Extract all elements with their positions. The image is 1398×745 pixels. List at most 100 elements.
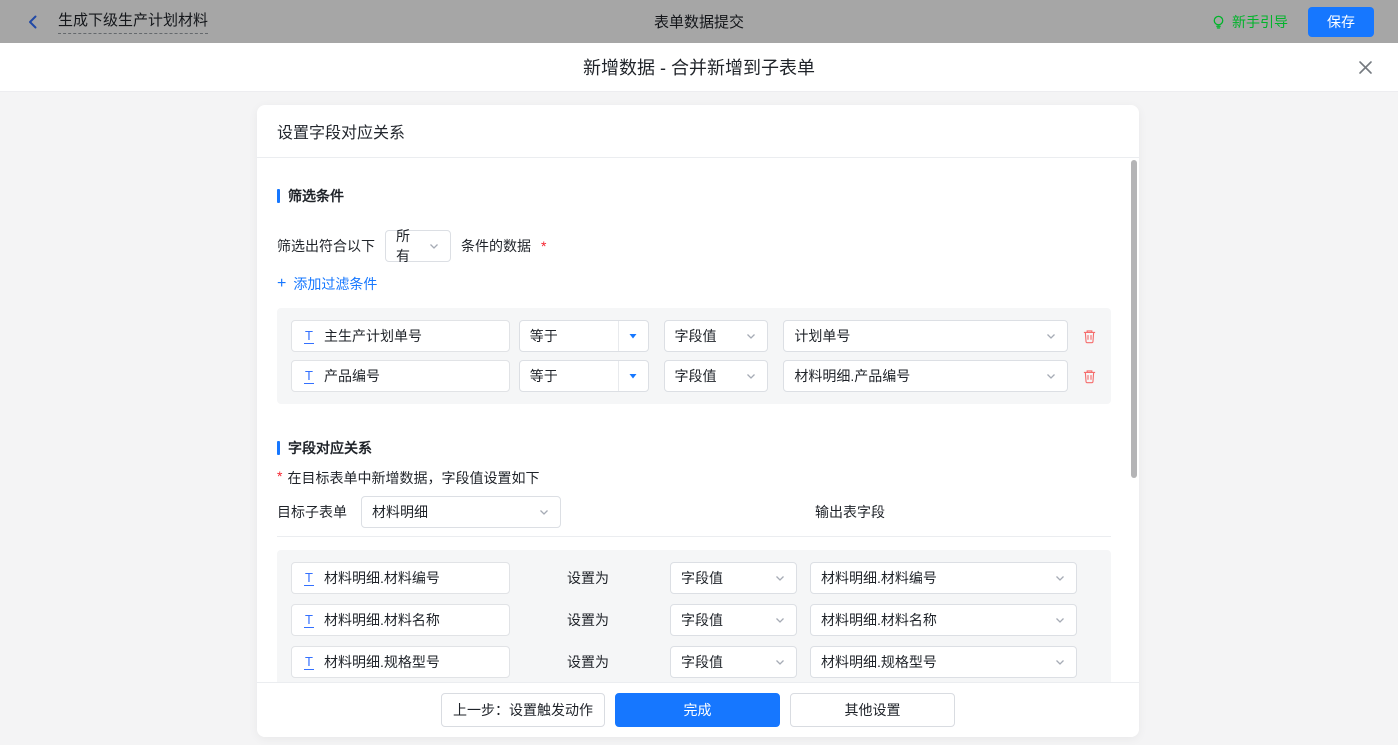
mapping-output-value: 材料明细.材料名称 [821, 610, 937, 630]
trash-icon [1082, 328, 1097, 344]
chevron-down-icon [428, 240, 440, 252]
target-subform-value: 材料明细 [372, 502, 428, 522]
filter-value-select[interactable]: 材料明细.产品编号 [783, 360, 1068, 392]
target-subform-row: 目标子表单 材料明细 输出表字段 [277, 496, 1111, 528]
chevron-down-icon [1054, 656, 1066, 668]
target-subform-label: 目标子表单 [277, 502, 347, 522]
mapping-section-label: 字段对应关系 [288, 438, 372, 458]
done-button[interactable]: 完成 [615, 693, 780, 727]
section-marker [277, 441, 280, 455]
mapping-section-title: 字段对应关系 [277, 438, 1111, 458]
chevron-down-icon [745, 370, 757, 382]
filter-sentence: 筛选出符合以下 所有 条件的数据 * [277, 230, 1111, 262]
caret-down-icon [618, 321, 648, 351]
value-type-select[interactable]: 字段值 [664, 320, 769, 352]
delete-row-button[interactable] [1082, 328, 1097, 344]
text-field-type-icon: T [304, 369, 314, 384]
filter-field-box[interactable]: T 产品编号 [291, 360, 510, 392]
card-header-title: 设置字段对应关系 [257, 105, 1139, 158]
vertical-scrollbar[interactable] [1131, 160, 1137, 478]
dialog-title: 新增数据 - 合并新增到子表单 [583, 54, 815, 80]
mapping-field-name: 材料明细.材料编号 [324, 568, 440, 588]
required-asterisk: * [277, 468, 282, 484]
top-bar: 生成下级生产计划材料 表单数据提交 新手引导 保存 [0, 0, 1398, 43]
dialog-body: 设置字段对应关系 筛选条件 筛选出符合以下 所有 条件的数据 * [0, 92, 1398, 745]
chevron-down-icon [1045, 370, 1057, 382]
chevron-down-icon [774, 572, 786, 584]
mapping-rows-block: T 材料明细.材料编号 设置为 字段值 材料明细.材料编号 [277, 550, 1111, 682]
mapping-field-box[interactable]: T 材料明细.材料编号 [291, 562, 510, 594]
mapping-output-value: 材料明细.规格型号 [821, 652, 937, 672]
mapping-output-select[interactable]: 材料明细.规格型号 [810, 646, 1077, 678]
dialog-footer: 上一步：设置触发动作 完成 其他设置 [257, 682, 1139, 737]
mapping-value-type-select[interactable]: 字段值 [670, 646, 797, 678]
workflow-title[interactable]: 生成下级生产计划材料 [58, 9, 208, 34]
filter-section-label: 筛选条件 [288, 186, 344, 206]
save-button[interactable]: 保存 [1308, 7, 1374, 37]
operator-select[interactable]: 等于 [519, 360, 649, 392]
delete-row-button[interactable] [1082, 368, 1097, 384]
match-mode-select[interactable]: 所有 [385, 230, 451, 262]
card-scroll-area: 筛选条件 筛选出符合以下 所有 条件的数据 * + 添加过滤条件 [257, 158, 1139, 682]
mapping-row: T 材料明细.材料名称 设置为 字段值 材料明细.材料名称 [291, 604, 1097, 636]
text-field-type-icon: T [304, 613, 314, 628]
mapping-output-select[interactable]: 材料明细.材料编号 [810, 562, 1077, 594]
bulb-icon [1211, 14, 1226, 30]
guide-label: 新手引导 [1232, 12, 1288, 32]
prev-step-button[interactable]: 上一步：设置触发动作 [441, 693, 605, 727]
text-field-type-icon: T [304, 329, 314, 344]
chevron-down-icon [774, 614, 786, 626]
mapping-value-type: 字段值 [681, 652, 723, 672]
set-as-label: 设置为 [567, 610, 611, 630]
operator-select[interactable]: 等于 [519, 320, 649, 352]
mapping-value-type-select[interactable]: 字段值 [670, 604, 797, 636]
sentence-prefix: 筛选出符合以下 [277, 236, 375, 256]
filter-field-box[interactable]: T 主生产计划单号 [291, 320, 510, 352]
mapping-row: T 材料明细.规格型号 设置为 字段值 材料明细.规格型号 [291, 646, 1097, 678]
chevron-down-icon [745, 330, 757, 342]
text-field-type-icon: T [304, 571, 314, 586]
value-type-select[interactable]: 字段值 [664, 360, 769, 392]
mapping-hint: * 在目标表单中新增数据，字段值设置如下 [277, 468, 1111, 488]
operator-value: 等于 [520, 366, 618, 386]
close-button[interactable] [1357, 59, 1374, 76]
chevron-down-icon [1054, 572, 1066, 584]
section-divider [277, 536, 1111, 537]
chevron-down-icon [1054, 614, 1066, 626]
set-as-label: 设置为 [567, 568, 611, 588]
chevron-down-icon [774, 656, 786, 668]
mapping-value-type-select[interactable]: 字段值 [670, 562, 797, 594]
filter-section-title: 筛选条件 [277, 186, 1111, 206]
section-marker [277, 189, 280, 203]
mapping-field-name: 材料明细.规格型号 [324, 652, 440, 672]
settings-card: 设置字段对应关系 筛选条件 筛选出符合以下 所有 条件的数据 * [257, 105, 1139, 737]
dialog-header: 新增数据 - 合并新增到子表单 [0, 43, 1398, 92]
mapping-field-name: 材料明细.材料名称 [324, 610, 440, 630]
sentence-suffix: 条件的数据 [461, 236, 531, 256]
other-settings-button[interactable]: 其他设置 [790, 693, 955, 727]
caret-down-icon [618, 361, 648, 391]
mapping-field-box[interactable]: T 材料明细.材料名称 [291, 604, 510, 636]
filter-rows-block: T 主生产计划单号 等于 字段值 [277, 308, 1111, 404]
mapping-output-value: 材料明细.材料编号 [821, 568, 937, 588]
mapping-output-select[interactable]: 材料明细.材料名称 [810, 604, 1077, 636]
match-mode-value: 所有 [396, 226, 420, 266]
value-type-value: 字段值 [675, 366, 717, 386]
page-title: 表单数据提交 [0, 11, 1398, 32]
filter-field-name: 主生产计划单号 [324, 326, 422, 346]
back-chevron-icon [24, 13, 42, 31]
filter-value-select[interactable]: 计划单号 [783, 320, 1068, 352]
mapping-field-box[interactable]: T 材料明细.规格型号 [291, 646, 510, 678]
beginner-guide-link[interactable]: 新手引导 [1211, 12, 1288, 32]
trash-icon [1082, 368, 1097, 384]
filter-row: T 主生产计划单号 等于 字段值 [291, 320, 1097, 352]
close-icon [1357, 59, 1374, 76]
filter-value: 计划单号 [794, 326, 850, 346]
filter-row: T 产品编号 等于 字段值 [291, 360, 1097, 392]
back-button[interactable] [24, 13, 42, 31]
chevron-down-icon [1045, 330, 1057, 342]
target-subform-select[interactable]: 材料明细 [361, 496, 561, 528]
add-filter-condition-link[interactable]: + 添加过滤条件 [277, 274, 377, 294]
add-filter-label: 添加过滤条件 [293, 274, 377, 294]
mapping-hint-text: 在目标表单中新增数据，字段值设置如下 [287, 468, 539, 488]
